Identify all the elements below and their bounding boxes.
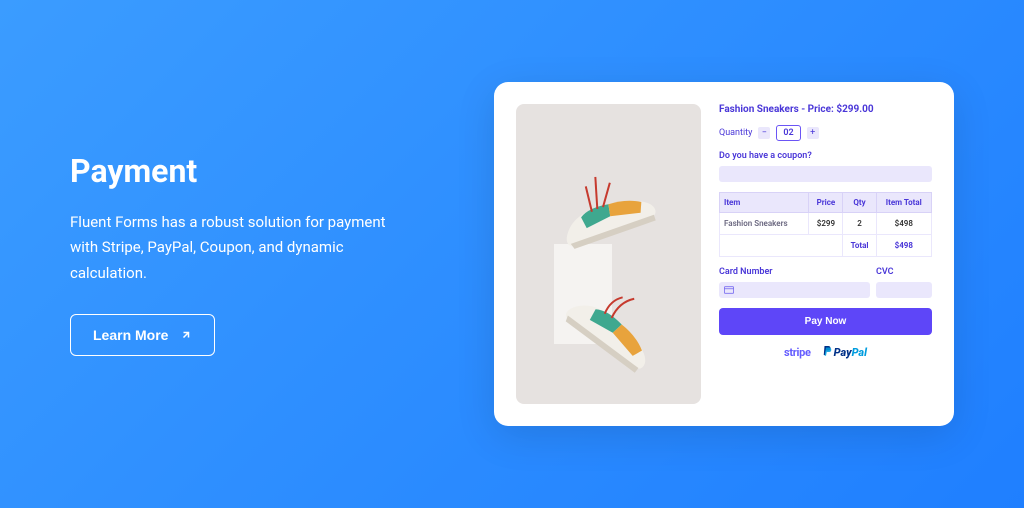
quantity-value: 02 bbox=[776, 125, 800, 141]
td-price: $299 bbox=[809, 213, 843, 235]
td-total: $498 bbox=[876, 213, 931, 235]
total-value: $498 bbox=[876, 235, 931, 257]
table-row: Fashion Sneakers $299 2 $498 bbox=[720, 213, 932, 235]
learn-more-button[interactable]: Learn More bbox=[70, 314, 215, 356]
product-title: Fashion Sneakers - Price: $299.00 bbox=[719, 104, 932, 115]
credit-card-icon bbox=[724, 286, 734, 294]
paypal-logo: PayPal bbox=[823, 345, 867, 359]
card-number-input[interactable] bbox=[719, 282, 870, 298]
quantity-row: Quantity − 02 + bbox=[719, 125, 932, 141]
payment-form-card: Fashion Sneakers - Price: $299.00 Quanti… bbox=[494, 82, 954, 426]
table-total-row: Total $498 bbox=[720, 235, 932, 257]
pay-now-button[interactable]: Pay Now bbox=[719, 308, 932, 335]
th-price: Price bbox=[809, 193, 843, 213]
coupon-input[interactable] bbox=[719, 166, 932, 182]
payment-providers: stripe PayPal bbox=[719, 345, 932, 359]
form-column: Fashion Sneakers - Price: $299.00 Quanti… bbox=[719, 104, 932, 404]
order-table: Item Price Qty Item Total Fashion Sneake… bbox=[719, 192, 932, 257]
page-description: Fluent Forms has a robust solution for p… bbox=[70, 210, 410, 287]
arrow-up-right-icon bbox=[180, 329, 192, 341]
learn-more-label: Learn More bbox=[93, 327, 168, 343]
cvc-label: CVC bbox=[876, 267, 932, 277]
card-number-label: Card Number bbox=[719, 267, 870, 277]
product-image bbox=[516, 104, 701, 404]
quantity-decrease-button[interactable]: − bbox=[758, 127, 770, 139]
quantity-label: Quantity bbox=[719, 128, 752, 138]
quantity-increase-button[interactable]: + bbox=[807, 127, 819, 139]
paypal-icon bbox=[823, 345, 832, 356]
td-item: Fashion Sneakers bbox=[720, 213, 809, 235]
coupon-label: Do you have a coupon? bbox=[719, 151, 932, 161]
th-qty: Qty bbox=[843, 193, 876, 213]
th-item: Item bbox=[720, 193, 809, 213]
td-qty: 2 bbox=[843, 213, 876, 235]
stripe-logo: stripe bbox=[784, 346, 811, 359]
th-total: Item Total bbox=[876, 193, 931, 213]
total-label: Total bbox=[843, 235, 876, 257]
cvc-input[interactable] bbox=[876, 282, 932, 298]
page-title: Payment bbox=[70, 152, 454, 190]
